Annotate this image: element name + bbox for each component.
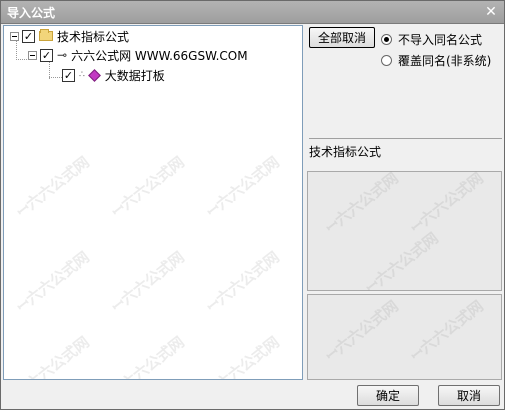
radio-no-import[interactable]: 不导入同名公式 xyxy=(381,31,482,48)
folder-icon xyxy=(39,29,53,41)
close-button[interactable]: ✕ xyxy=(482,3,500,21)
cancel-button[interactable]: 取消 xyxy=(438,385,500,406)
radio-overwrite[interactable]: 覆盖同名(非系统) xyxy=(381,52,491,69)
radio-button[interactable] xyxy=(381,34,392,45)
formula-tree[interactable]: ✓ 技术指标公式 ✓ ⊸ 六六公式网 WWW.66GSW.COM ✓ ∴ 大数据… xyxy=(3,25,303,380)
toggle-all-button[interactable]: 全部取消 xyxy=(309,27,375,48)
formula-params-panel: ꟷ六六公式网 ꟷ六六公式网 xyxy=(307,294,502,380)
watermark: ꟷ六六公式网 xyxy=(322,168,402,237)
watermark: ꟷ六六公式网 xyxy=(13,152,93,221)
dialog-footer: 确定 取消 xyxy=(1,381,504,409)
formula-checkbox[interactable]: ✓ xyxy=(62,68,75,82)
radio-button[interactable] xyxy=(381,55,392,66)
ellipsis-icon: ∴ xyxy=(79,70,85,80)
watermark: ꟷ六六公式网 xyxy=(203,247,283,316)
watermark: ꟷ六六公式网 xyxy=(407,168,487,237)
collapse-icon[interactable] xyxy=(10,31,19,41)
import-formula-dialog: 导入公式 ✕ ✓ 技术指标公式 ✓ ⊸ 六六公式网 WWW.66GSW.COM … xyxy=(0,0,505,410)
watermark: ꟷ六六公式网 xyxy=(108,332,188,380)
watermark: ꟷ六六公式网 xyxy=(108,247,188,316)
key-icon: ⊸ xyxy=(57,48,68,62)
watermark: ꟷ六六公式网 xyxy=(203,332,283,380)
category-label: 技术指标公式 xyxy=(309,145,382,159)
close-icon: ✕ xyxy=(485,4,497,20)
watermark: ꟷ六六公式网 xyxy=(203,152,283,221)
root-checkbox[interactable]: ✓ xyxy=(22,29,35,43)
tree-item-formula[interactable]: ✓ ∴ 大数据打板 xyxy=(62,66,165,84)
ok-button[interactable]: 确定 xyxy=(357,385,419,406)
watermark: ꟷ六六公式网 xyxy=(362,228,442,297)
watermark: ꟷ六六公式网 xyxy=(13,332,93,380)
formula-description-panel: ꟷ六六公式网 ꟷ六六公式网 ꟷ六六公式网 xyxy=(307,169,502,297)
tree-item-label: 六六公式网 WWW.66GSW.COM xyxy=(71,48,248,63)
title-bar: 导入公式 ✕ xyxy=(1,1,504,24)
divider xyxy=(309,138,502,139)
tree-item-label: 技术指标公式 xyxy=(57,29,130,44)
source-checkbox[interactable]: ✓ xyxy=(40,48,53,62)
dialog-title: 导入公式 xyxy=(7,6,56,20)
watermark: ꟷ六六公式网 xyxy=(407,296,487,365)
tree-item-root[interactable]: ✓ 技术指标公式 xyxy=(10,27,129,45)
gem-icon xyxy=(87,68,101,82)
watermark: ꟷ六六公式网 xyxy=(108,152,188,221)
radio-label: 不导入同名公式 xyxy=(398,33,483,47)
tree-item-source[interactable]: ✓ ⊸ 六六公式网 WWW.66GSW.COM xyxy=(28,46,248,64)
options-pane: 全部取消 不导入同名公式 覆盖同名(非系统) 技术指标公式 ꟷ六六公式网 ꟷ六六… xyxy=(305,25,503,380)
collapse-icon[interactable] xyxy=(28,50,37,60)
radio-label: 覆盖同名(非系统) xyxy=(398,54,492,68)
tree-item-label: 大数据打板 xyxy=(104,68,165,83)
watermark: ꟷ六六公式网 xyxy=(13,247,93,316)
watermark: ꟷ六六公式网 xyxy=(322,296,402,365)
